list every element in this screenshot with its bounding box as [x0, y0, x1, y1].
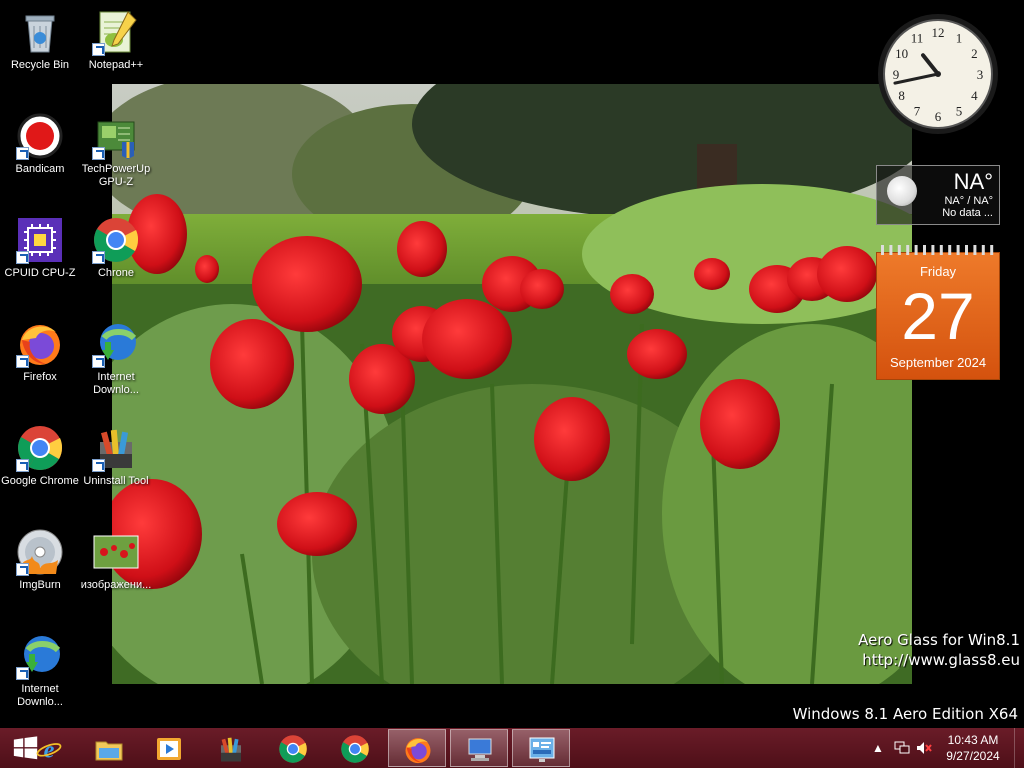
watermark-line-1: Aero Glass for Win8.1 — [858, 631, 1020, 649]
watermark-line-2: http://www.glass8.eu — [862, 651, 1020, 669]
desktop-icon-label: Internet Downlo... — [93, 371, 139, 396]
weather-sun-icon — [887, 176, 917, 206]
clock-numeral: 1 — [956, 31, 963, 46]
desktop-icon-label: Recycle Bin — [10, 59, 70, 71]
desktop-wallpaper — [112, 84, 912, 684]
imgburn-icon — [16, 528, 64, 576]
calendar-rings-icon — [881, 245, 994, 255]
firefox-taskbar-button[interactable] — [388, 729, 446, 767]
taskbar-clock[interactable]: 10:43 AM 9/27/2024 — [940, 732, 1006, 764]
gpu-z-icon — [92, 112, 140, 160]
clock-gadget[interactable]: 12 1 2 3 4 5 6 7 8 9 10 11 — [876, 12, 1000, 136]
desktop-icon-label: Firefox — [23, 371, 57, 383]
tray-overflow-chevron-icon[interactable]: ▲ — [872, 741, 884, 755]
shortcut-arrow-icon — [16, 667, 29, 680]
analog-clock-face-icon: 12 12 3 45678 9 1011 — [878, 14, 998, 134]
svg-text:e: e — [44, 737, 55, 762]
shortcut-arrow-icon — [16, 563, 29, 576]
desktop-icon-label: Bandicam — [15, 163, 65, 175]
cpu-z-icon — [16, 216, 64, 264]
clock-numeral: 5 — [956, 103, 963, 118]
clock-numeral: 9 — [893, 67, 900, 82]
windows-edition-watermark: Windows 8.1 Aero Edition X64 — [792, 705, 1018, 723]
desktop-icon-firefox[interactable]: Firefox — [0, 320, 80, 384]
media-player-taskbar-button[interactable] — [140, 729, 198, 767]
desktop-icon-imgburn[interactable]: ImgBurn — [0, 528, 80, 592]
desktop-icon-internet-download-manager[interactable]: Internet Downlo... — [76, 320, 156, 397]
image-file-icon — [92, 528, 140, 576]
desktop-icon-label: ImgBurn — [19, 579, 61, 591]
volume-muted-icon[interactable] — [916, 741, 932, 758]
show-desktop-button[interactable] — [1014, 728, 1024, 768]
network-icon[interactable] — [894, 741, 910, 758]
taskbar-date: 9/27/2024 — [946, 749, 1000, 763]
file-explorer-taskbar-button[interactable] — [80, 729, 138, 767]
clock-numeral: 11 — [911, 31, 924, 46]
aero-glass-watermark: Aero Glass for Win8.1 http://www.glass8.… — [858, 630, 1020, 670]
shortcut-arrow-icon — [92, 251, 105, 264]
calendar-day-number: 27 — [901, 279, 975, 353]
desktop-icon-uninstall-tool[interactable]: Uninstall Tool — [76, 424, 156, 488]
desktop-icon-label: CPUID CPU-Z — [4, 267, 76, 279]
shortcut-arrow-icon — [16, 459, 29, 472]
desktop-icon-label: Chrone — [97, 267, 135, 279]
internet-download-manager-icon — [92, 320, 140, 368]
shortcut-arrow-icon — [92, 147, 105, 160]
weather-status: No data ... — [942, 207, 993, 219]
clock-numeral: 12 — [932, 25, 945, 40]
desktop-icon-chrome[interactable]: Chrone — [76, 216, 156, 280]
recycle-bin-icon — [16, 8, 64, 56]
chrome-taskbar-button[interactable] — [264, 729, 322, 767]
clock-numeral: 10 — [895, 46, 908, 61]
desktop-icon-notepad-plus-plus[interactable]: Notepad++ — [76, 8, 156, 72]
chrome-icon — [16, 424, 64, 472]
remote-app-taskbar-button[interactable] — [450, 729, 508, 767]
chrome-alt-taskbar-button[interactable] — [326, 729, 384, 767]
desktop-icon-label: Internet Downlo... — [17, 683, 63, 708]
desktop-icon-cpu-z[interactable]: CPUID CPU-Z — [0, 216, 80, 280]
shortcut-arrow-icon — [16, 147, 29, 160]
desktop-icon-internet-download-manager[interactable]: Internet Downlo... — [0, 632, 80, 709]
clock-numeral: 2 — [971, 46, 978, 61]
clock-numeral: 8 — [898, 88, 905, 103]
desktop-icon-label: Uninstall Tool — [83, 475, 149, 487]
taskbar: e ▲ 10:43 AM 9/27/2024 — [0, 728, 1024, 768]
notepad-plus-plus-icon — [92, 8, 140, 56]
firefox-icon — [16, 320, 64, 368]
start-button[interactable]: e — [4, 729, 64, 767]
desktop-icon-label: Notepad++ — [88, 59, 144, 71]
calendar-gadget[interactable]: Friday 27 September 2024 — [876, 245, 1000, 380]
desktop-icon-label: изображени... — [80, 579, 152, 591]
desktop-icon-label: TechPowerUp GPU-Z — [81, 163, 151, 188]
clock-numeral: 3 — [977, 67, 984, 82]
internet-explorer-icon: e — [36, 737, 62, 762]
shortcut-arrow-icon — [16, 355, 29, 368]
chrome-icon — [92, 216, 140, 264]
shortcut-arrow-icon — [92, 459, 105, 472]
internet-download-manager-icon — [16, 632, 64, 680]
clock-numeral: 6 — [935, 109, 942, 124]
uninstall-tool-taskbar-button[interactable] — [202, 729, 260, 767]
shortcut-arrow-icon — [16, 251, 29, 264]
desktop-icon-gpu-z[interactable]: TechPowerUp GPU-Z — [76, 112, 156, 189]
weather-gadget[interactable]: NA° NA° / NA° No data ... — [876, 165, 1000, 225]
desktop-icon-bandicam[interactable]: Bandicam — [0, 112, 80, 176]
desktop-icon-recycle-bin[interactable]: Recycle Bin — [0, 8, 80, 72]
system-tray: ▲ — [864, 728, 944, 768]
control-panel-taskbar-button[interactable] — [512, 729, 570, 767]
taskbar-time: 10:43 AM — [947, 733, 999, 747]
clock-numeral: 4 — [971, 88, 978, 103]
shortcut-arrow-icon — [92, 43, 105, 56]
calendar-month-year: September 2024 — [889, 355, 987, 370]
desktop-icon-label: Google Chrome — [1, 475, 79, 487]
desktop-icon-chrome[interactable]: Google Chrome — [0, 424, 80, 488]
calendar-weekday: Friday — [919, 264, 957, 279]
clock-numeral: 7 — [914, 103, 921, 118]
desktop-icon-image-file[interactable]: изображени... — [76, 528, 156, 592]
shortcut-arrow-icon — [92, 355, 105, 368]
uninstall-tool-icon — [92, 424, 140, 472]
bandicam-icon — [16, 112, 64, 160]
weather-range: NA° / NA° — [944, 195, 993, 207]
weather-temperature: NA° — [953, 169, 993, 194]
